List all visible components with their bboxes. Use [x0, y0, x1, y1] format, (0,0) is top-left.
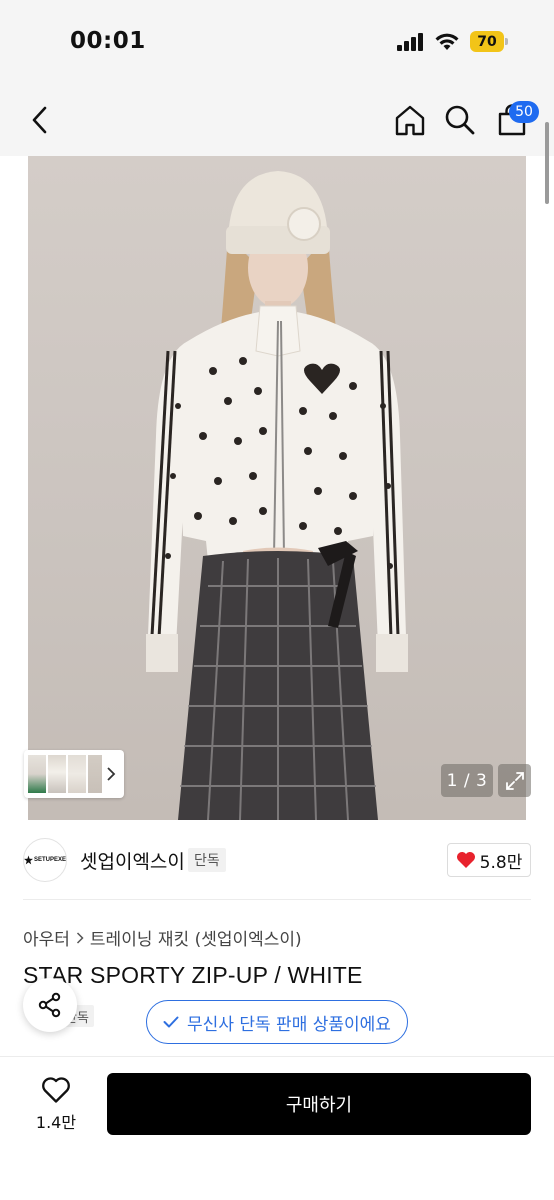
checkmark-icon — [163, 1016, 179, 1028]
wishlist-count: 1.4만 — [35, 1113, 77, 1132]
back-button[interactable] — [20, 100, 60, 140]
thumbnail-4[interactable] — [88, 755, 102, 793]
breadcrumb: 아우터 트레이닝 재킷 (셋업이엑스이) — [23, 925, 302, 950]
exclusive-notice-pill[interactable]: 무신사 단독 판매 상품이에요 — [146, 1000, 408, 1044]
breadcrumb-category[interactable]: 아우터 — [23, 925, 70, 950]
scrollbar[interactable] — [545, 122, 549, 204]
divider — [23, 899, 531, 900]
exclusive-notice-text: 무신사 단독 판매 상품이에요 — [187, 1014, 391, 1035]
brand-logo-text: SETUPEXE — [33, 857, 66, 863]
battery-level: 70 — [470, 31, 504, 52]
expand-image-button[interactable] — [498, 764, 531, 797]
status-time: 00:01 — [70, 28, 146, 54]
thumbnail-3[interactable] — [68, 755, 86, 793]
heart-icon — [456, 852, 475, 868]
home-icon — [395, 105, 425, 136]
wifi-icon — [434, 30, 460, 52]
breadcrumb-subcategory[interactable]: 트레이닝 재킷 (셋업이엑스이) — [90, 925, 302, 950]
image-page-counter: 1 / 3 — [441, 764, 493, 797]
product-image[interactable] — [28, 156, 526, 820]
wishlist-button[interactable] — [38, 1073, 74, 1107]
cart-count-badge: 50 — [509, 101, 539, 123]
thumbnail-next-button[interactable] — [102, 764, 120, 784]
brand-like-count: 5.8만 — [479, 852, 523, 873]
thumbnail-1[interactable] — [28, 755, 46, 793]
expand-icon — [505, 771, 524, 790]
share-icon — [38, 992, 61, 1018]
battery-icon: 70 — [470, 31, 508, 52]
image-thumbnail-strip[interactable] — [24, 750, 124, 798]
product-title: STAR SPORTY ZIP-UP / WHITE — [23, 962, 363, 988]
chevron-right-icon — [76, 931, 84, 944]
brand-logo[interactable]: SETUPEXE — [23, 838, 67, 882]
exclusive-badge: 단독 — [188, 848, 226, 872]
chevron-left-icon — [32, 106, 47, 134]
brand-name[interactable]: 셋업이엑스이 — [80, 847, 185, 874]
cellular-signal-icon — [397, 33, 425, 51]
share-button[interactable] — [23, 978, 77, 1032]
star-icon — [24, 855, 33, 865]
home-button[interactable] — [390, 100, 430, 140]
status-bar: 00:01 70 — [0, 0, 554, 84]
chevron-right-icon — [107, 767, 116, 781]
heart-outline-icon — [42, 1077, 70, 1103]
search-button[interactable] — [440, 100, 480, 140]
search-icon — [445, 105, 475, 135]
thumbnail-2[interactable] — [48, 755, 66, 793]
buy-button[interactable]: 구매하기 — [107, 1073, 531, 1135]
brand-like-button[interactable]: 5.8만 — [447, 843, 531, 877]
